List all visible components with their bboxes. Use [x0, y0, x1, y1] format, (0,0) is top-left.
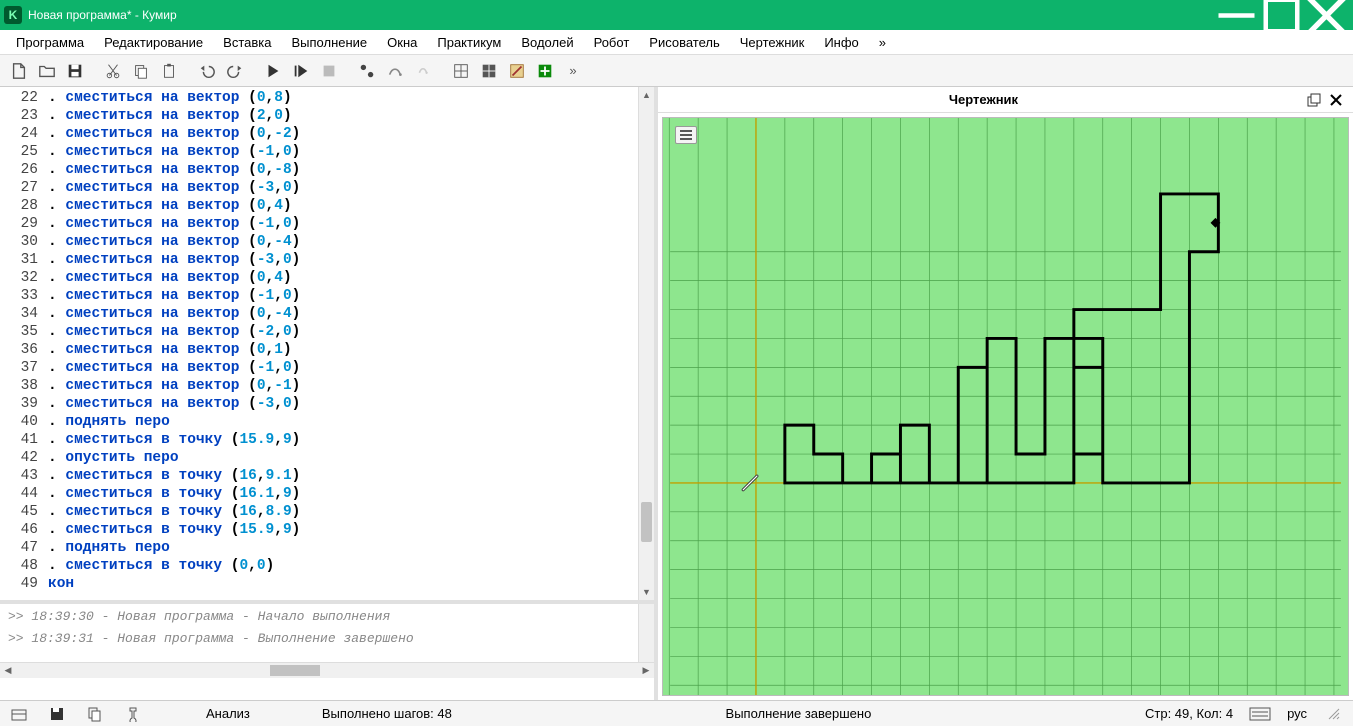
scroll-up-icon[interactable]: ▲ — [639, 87, 654, 103]
cut-icon[interactable] — [100, 58, 126, 84]
menu-item-6[interactable]: Водолей — [511, 32, 583, 53]
keyboard-icon[interactable] — [1249, 703, 1271, 725]
paint-icon[interactable] — [504, 58, 530, 84]
maximize-button[interactable] — [1259, 0, 1304, 30]
menu-item-0[interactable]: Программа — [6, 32, 94, 53]
sb-icon-1[interactable] — [8, 703, 30, 725]
grid1-icon[interactable] — [448, 58, 474, 84]
line-gutter: 2223242526272829303132333435363738394041… — [0, 87, 48, 600]
grid2-icon[interactable] — [476, 58, 502, 84]
menu-item-5[interactable]: Практикум — [427, 32, 511, 53]
menu-bar: ПрограммаРедактированиеВставкаВыполнение… — [0, 30, 1353, 55]
status-steps: Выполнено шагов: 48 — [322, 706, 452, 721]
status-cursor: Стр: 49, Кол: 4 — [1145, 706, 1233, 721]
scroll-left-icon[interactable]: ◀ — [0, 663, 16, 678]
right-pane-title: Чертежник — [664, 92, 1303, 107]
window-title: Новая программа* - Кумир — [28, 8, 1214, 22]
hscroll-thumb[interactable] — [270, 665, 320, 676]
close-pane-icon[interactable] — [1325, 89, 1347, 111]
drawing-canvas[interactable] — [662, 117, 1349, 696]
right-pane: Чертежник — [658, 87, 1353, 700]
plus-grid-icon[interactable] — [532, 58, 558, 84]
resize-grip-icon[interactable] — [1323, 703, 1345, 725]
sb-icon-4[interactable] — [122, 703, 144, 725]
paste-icon[interactable] — [156, 58, 182, 84]
actor3-icon[interactable] — [410, 58, 436, 84]
sb-icon-3[interactable] — [84, 703, 106, 725]
menu-item-2[interactable]: Вставка — [213, 32, 281, 53]
title-bar: K Новая программа* - Кумир — [0, 0, 1353, 30]
scroll-down-icon[interactable]: ▼ — [639, 584, 654, 600]
menu-item-10[interactable]: Инфо — [814, 32, 868, 53]
console-vscrollbar[interactable] — [638, 604, 654, 662]
code-content[interactable]: . сместиться на вектор (0,8). сместиться… — [48, 87, 638, 600]
status-lang: рус — [1287, 706, 1307, 721]
save-file-icon[interactable] — [62, 58, 88, 84]
menu-item-3[interactable]: Выполнение — [281, 32, 377, 53]
status-bar: Анализ Выполнено шагов: 48 Выполнение за… — [0, 700, 1353, 726]
copy-icon[interactable] — [128, 58, 154, 84]
minimize-button[interactable] — [1214, 0, 1259, 30]
menu-item-11[interactable]: » — [869, 32, 896, 53]
menu-item-4[interactable]: Окна — [377, 32, 427, 53]
console-hscrollbar[interactable]: ◀ ▶ — [0, 662, 654, 678]
redo-icon[interactable] — [222, 58, 248, 84]
scroll-right-icon[interactable]: ▶ — [638, 663, 654, 678]
canvas-menu-icon[interactable] — [675, 126, 697, 144]
stop-icon[interactable] — [316, 58, 342, 84]
step-icon[interactable] — [288, 58, 314, 84]
status-analysis: Анализ — [206, 706, 250, 721]
run-icon[interactable] — [260, 58, 286, 84]
app-icon: K — [4, 6, 22, 24]
left-pane: 2223242526272829303132333435363738394041… — [0, 87, 658, 700]
actor2-icon[interactable] — [382, 58, 408, 84]
sb-icon-2[interactable] — [46, 703, 68, 725]
menu-item-8[interactable]: Рисователь — [639, 32, 729, 53]
toolbar-overflow-icon[interactable]: » — [560, 58, 586, 84]
tool-bar: » — [0, 55, 1353, 87]
actor1-icon[interactable] — [354, 58, 380, 84]
detach-icon[interactable] — [1303, 89, 1325, 111]
menu-item-7[interactable]: Робот — [584, 32, 640, 53]
status-exec: Выполнение завершено — [726, 706, 872, 721]
new-file-icon[interactable] — [6, 58, 32, 84]
undo-icon[interactable] — [194, 58, 220, 84]
close-button[interactable] — [1304, 0, 1349, 30]
right-pane-header: Чертежник — [658, 87, 1353, 113]
open-file-icon[interactable] — [34, 58, 60, 84]
scroll-thumb[interactable] — [641, 502, 652, 542]
editor-vscrollbar[interactable]: ▲ ▼ — [638, 87, 654, 600]
menu-item-1[interactable]: Редактирование — [94, 32, 213, 53]
code-editor[interactable]: 2223242526272829303132333435363738394041… — [0, 87, 654, 604]
console-output: >> 18:39:30 - Новая программа - Начало в… — [0, 604, 638, 662]
menu-item-9[interactable]: Чертежник — [730, 32, 815, 53]
